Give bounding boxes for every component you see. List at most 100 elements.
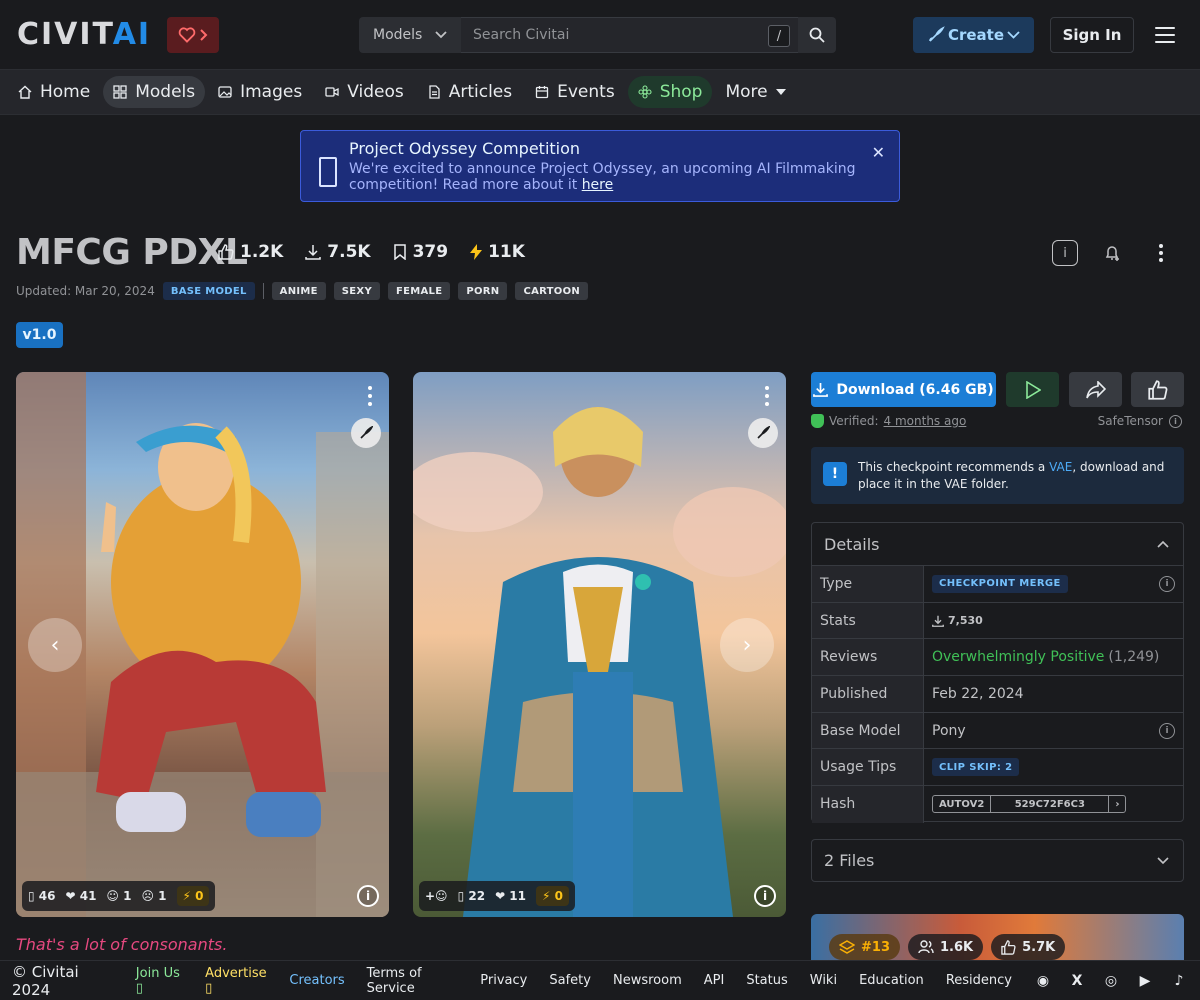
- heart-reaction[interactable]: ❤ 11: [495, 889, 526, 903]
- more-options-icon[interactable]: [1148, 240, 1174, 266]
- previous-image-button[interactable]: ‹: [28, 618, 82, 672]
- search-input[interactable]: Search Civitai /: [461, 17, 798, 53]
- cry-reaction[interactable]: ☹ 1: [141, 889, 166, 903]
- reaction-count-1[interactable]: ▯ 22: [458, 889, 485, 903]
- search-type-label: Models: [373, 27, 423, 43]
- logo-text-accent: AI: [112, 17, 152, 52]
- footer-link-terms[interactable]: Terms of Service: [367, 966, 459, 996]
- nav-home[interactable]: Home: [8, 76, 100, 108]
- gallery-image-2[interactable]: › +☺ ▯ 22 ❤ 11 ⚡ 0 i: [413, 372, 786, 917]
- footer-link-api[interactable]: API: [704, 973, 725, 988]
- reviews-rating[interactable]: Overwhelmingly Positive: [932, 649, 1104, 665]
- download-icon: [932, 615, 944, 627]
- tag-sexy[interactable]: SEXY: [333, 282, 380, 300]
- next-image-button[interactable]: ›: [720, 618, 774, 672]
- base-model-tag[interactable]: BASE MODEL: [162, 282, 255, 300]
- run-model-button[interactable]: [1006, 372, 1059, 407]
- close-icon[interactable]: ✕: [872, 143, 885, 162]
- footer-link-advertise[interactable]: Advertise ▯: [205, 966, 267, 996]
- create-button[interactable]: Create: [913, 17, 1034, 53]
- nav-events[interactable]: Events: [525, 76, 625, 108]
- caret-down-icon: [775, 89, 786, 95]
- info-icon[interactable]: i: [357, 885, 379, 907]
- add-reaction-button[interactable]: +☺: [425, 889, 448, 903]
- nav-models[interactable]: Models: [103, 76, 206, 108]
- info-icon[interactable]: i: [1052, 240, 1078, 266]
- tiktok-icon[interactable]: ♪: [1170, 972, 1188, 990]
- search-type-select[interactable]: Models: [359, 17, 461, 53]
- like-button[interactable]: [1131, 372, 1184, 407]
- type-badge: CHECKPOINT MERGE: [932, 574, 1068, 593]
- info-icon[interactable]: i: [1159, 575, 1175, 592]
- site-footer: © Civitai 2024 Join Us ▯ Advertise ▯ Cre…: [0, 960, 1200, 1000]
- details-key: Reviews: [812, 639, 924, 676]
- remix-icon[interactable]: [351, 418, 381, 448]
- model-description-snippet: That's a lot of consonants.: [16, 935, 228, 954]
- youtube-icon[interactable]: ▶: [1136, 972, 1154, 990]
- support-button[interactable]: [167, 17, 219, 53]
- footer-link-wiki[interactable]: Wiki: [810, 973, 837, 988]
- nav-shop[interactable]: Shop: [627, 76, 713, 108]
- more-options-icon[interactable]: [367, 386, 373, 406]
- discord-icon[interactable]: ◉: [1034, 972, 1052, 990]
- nav-videos-label: Videos: [347, 82, 404, 102]
- chevron-right-icon[interactable]: ›: [1109, 796, 1125, 812]
- gallery-image-1[interactable]: ‹ ▯ 46 ❤ 41 ☺ 1 ☹ 1 ⚡ 0 i: [16, 372, 389, 917]
- tag-female[interactable]: FEMALE: [387, 282, 451, 300]
- heart-reaction[interactable]: ❤ 41: [65, 889, 96, 903]
- civitai-logo[interactable]: CIVITAI: [17, 20, 151, 50]
- reviews-count: (1,249): [1108, 649, 1160, 666]
- files-accordion[interactable]: 2 Files: [811, 839, 1184, 882]
- laugh-reaction[interactable]: ☺ 1: [106, 889, 131, 903]
- verified-time[interactable]: 4 months ago: [884, 414, 967, 428]
- more-options-icon[interactable]: [764, 386, 770, 406]
- hamburger-menu-icon[interactable]: [1153, 24, 1177, 46]
- vae-link[interactable]: VAE: [1049, 460, 1072, 474]
- bookmark-icon: [393, 244, 406, 260]
- tag-anime[interactable]: ANIME: [271, 282, 326, 300]
- top-header: CIVITAI Models Search Civitai / Create S…: [0, 0, 1200, 70]
- downloads-stat: 7,530: [932, 614, 983, 627]
- thumbs-up-icon: [218, 244, 234, 260]
- nav-models-label: Models: [135, 82, 196, 102]
- footer-link-creators[interactable]: Creators: [289, 973, 344, 988]
- nav-videos[interactable]: Videos: [315, 76, 414, 108]
- version-button[interactable]: v1.0: [16, 322, 63, 348]
- details-panel: Details Type CHECKPOINT MERGE i Stats 7,5…: [811, 522, 1184, 823]
- info-icon[interactable]: i: [1169, 414, 1182, 428]
- nav-more[interactable]: More: [715, 76, 795, 108]
- footer-link-education[interactable]: Education: [859, 973, 924, 988]
- files-label: 2 Files: [824, 851, 875, 870]
- tip-buzz-button[interactable]: ⚡ 0: [176, 886, 210, 906]
- footer-link-status[interactable]: Status: [746, 973, 787, 988]
- details-key: Type: [812, 566, 924, 602]
- announcement-link[interactable]: here: [582, 177, 614, 193]
- creator-likes: 5.7K: [991, 934, 1066, 960]
- nav-home-label: Home: [40, 82, 91, 102]
- nav-images[interactable]: Images: [208, 76, 312, 108]
- bell-plus-icon[interactable]: [1100, 240, 1126, 266]
- tip-buzz-button[interactable]: ⚡ 0: [536, 886, 569, 906]
- footer-link-join-us[interactable]: Join Us ▯: [136, 966, 183, 996]
- footer-link-safety[interactable]: Safety: [549, 973, 591, 988]
- footer-link-residency[interactable]: Residency: [946, 973, 1012, 988]
- reaction-count-1[interactable]: ▯ 46: [28, 889, 55, 903]
- info-icon[interactable]: i: [1159, 722, 1175, 739]
- tag-porn[interactable]: PORN: [458, 282, 508, 300]
- nav-articles[interactable]: Articles: [417, 76, 522, 108]
- sign-in-button[interactable]: Sign In: [1050, 17, 1134, 53]
- search-button[interactable]: [798, 17, 836, 53]
- x-icon[interactable]: X: [1068, 972, 1086, 990]
- details-header[interactable]: Details: [812, 523, 1183, 566]
- hash-copy-field[interactable]: AUTOV2 529C72F6C3 ›: [932, 795, 1127, 814]
- instagram-icon[interactable]: ◎: [1102, 972, 1120, 990]
- bolt-icon: [470, 244, 483, 260]
- base-model-value: Pony: [932, 722, 966, 739]
- share-button[interactable]: [1069, 372, 1122, 407]
- tag-cartoon[interactable]: CARTOON: [515, 282, 589, 300]
- remix-icon[interactable]: [748, 418, 778, 448]
- footer-link-newsroom[interactable]: Newsroom: [613, 973, 682, 988]
- footer-link-privacy[interactable]: Privacy: [480, 973, 527, 988]
- info-icon[interactable]: i: [754, 885, 776, 907]
- download-button[interactable]: Download (6.46 GB): [811, 372, 996, 407]
